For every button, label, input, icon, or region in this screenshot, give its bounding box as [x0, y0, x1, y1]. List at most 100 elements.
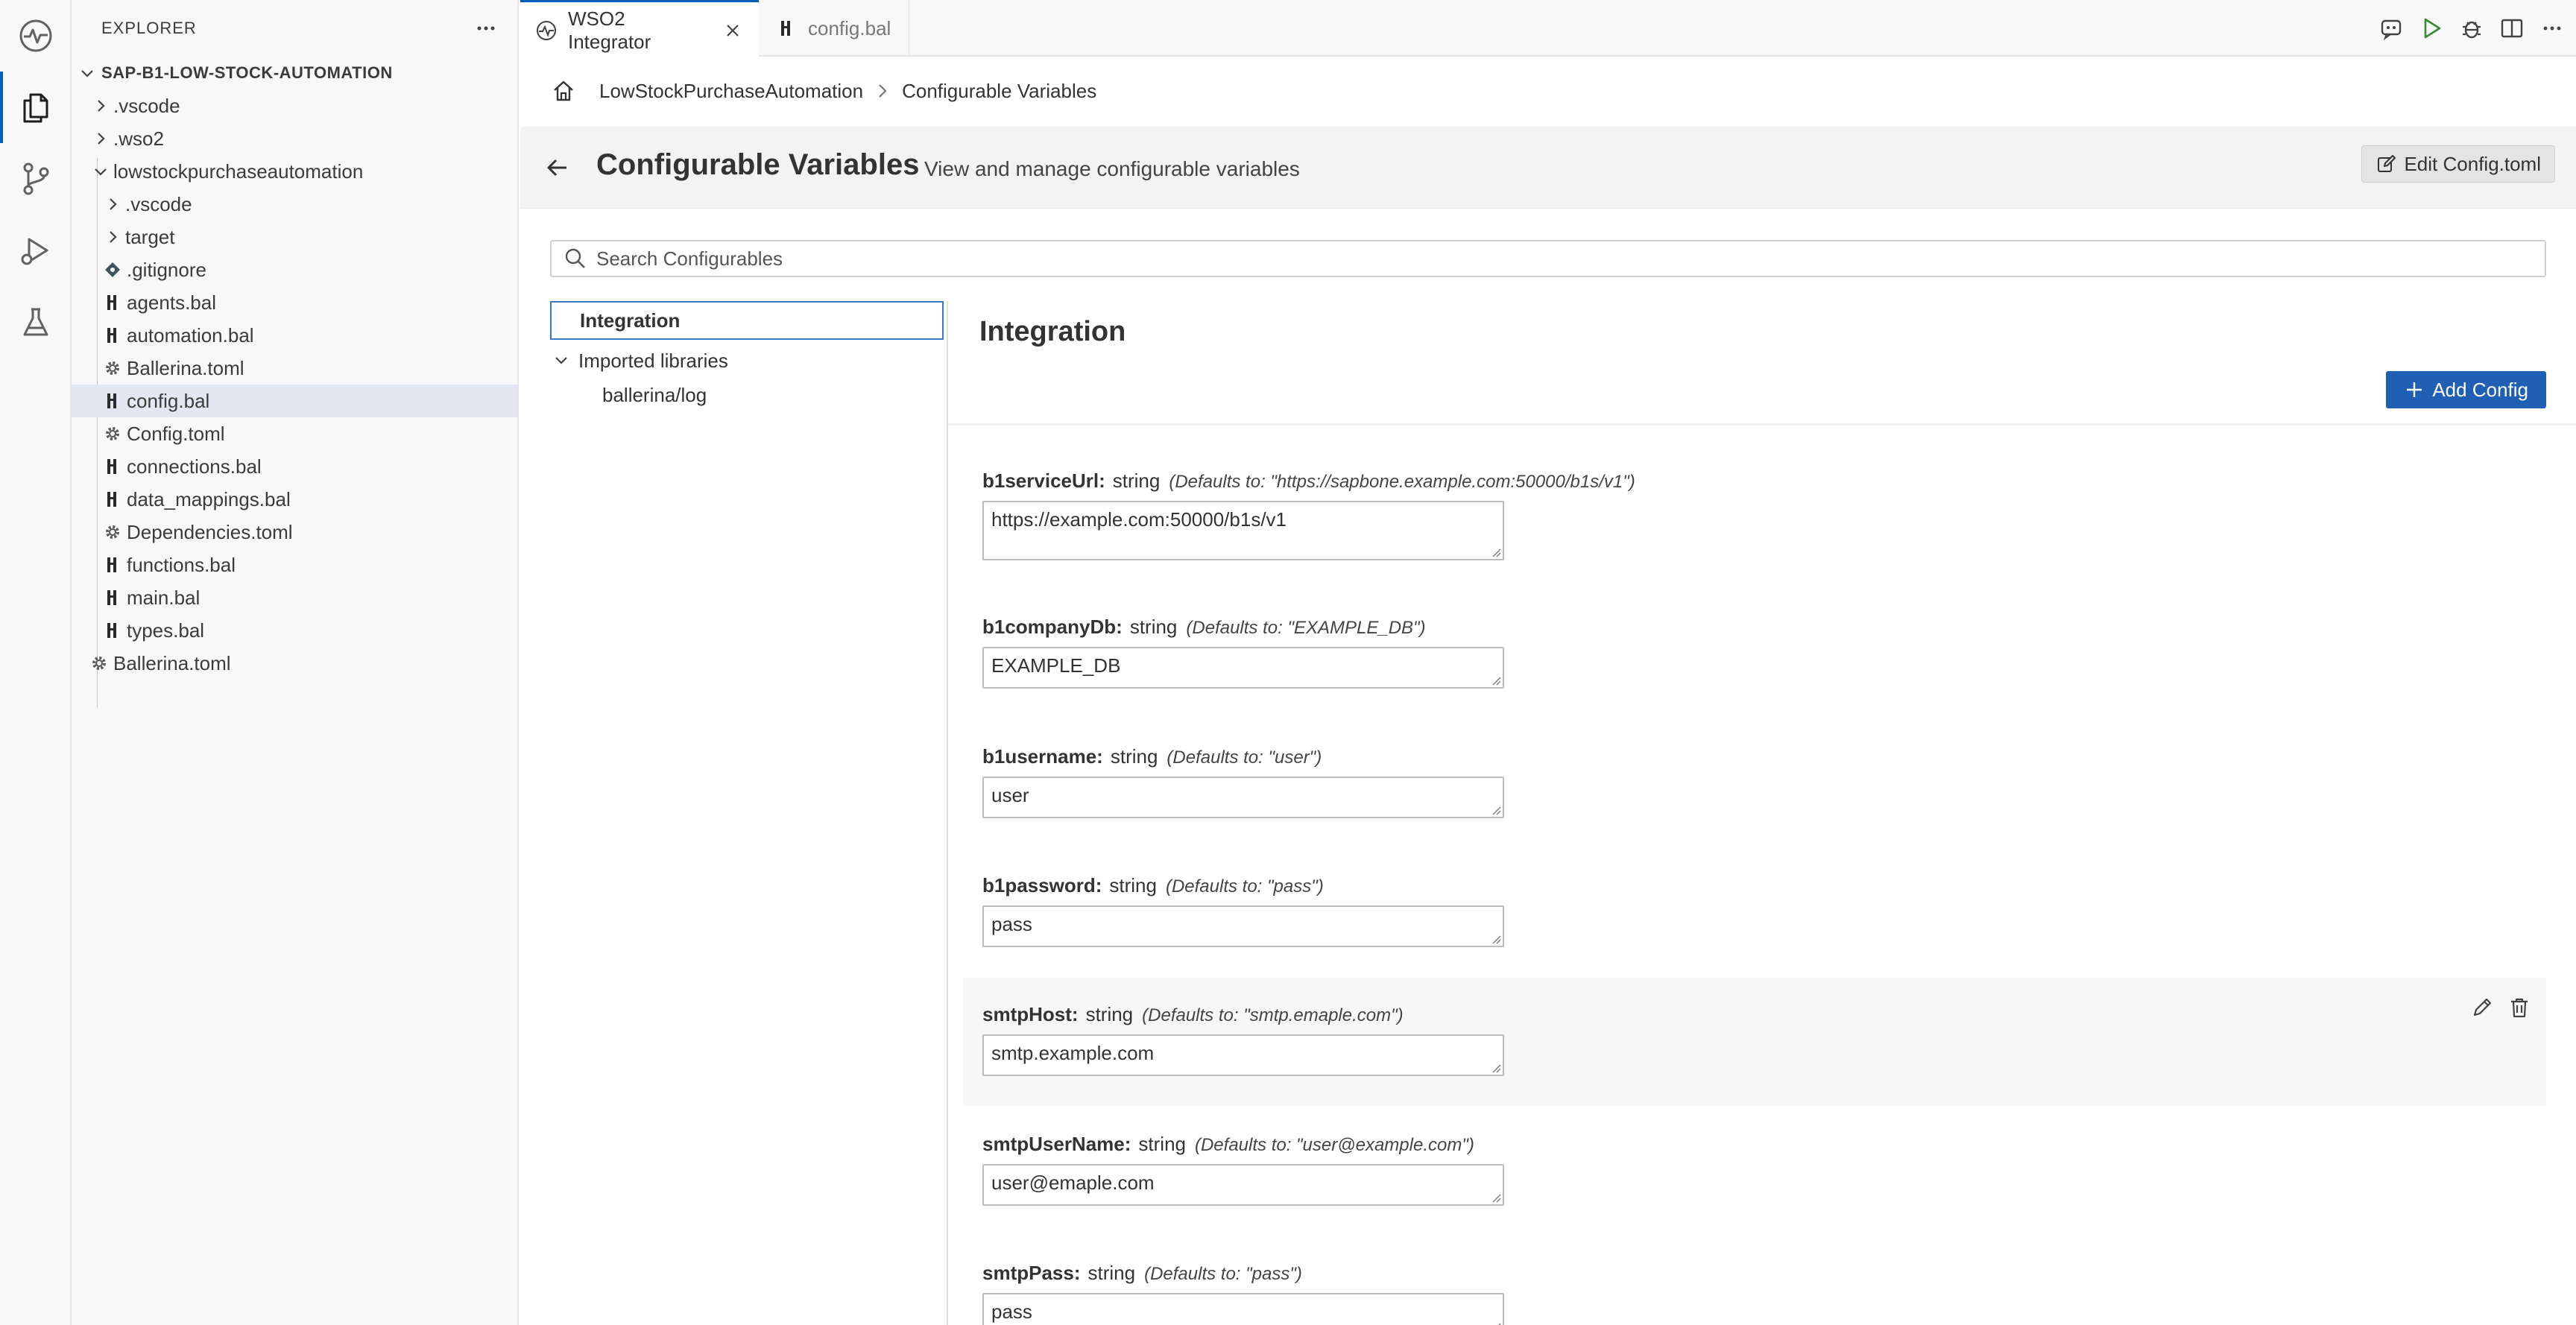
activity-explorer[interactable]: [0, 72, 72, 143]
split-editor-icon[interactable]: [2498, 15, 2525, 42]
tree-root-folder[interactable]: SAP-B1-LOW-STOCK-AUTOMATION: [72, 57, 517, 89]
tree-item-label: .wso2: [113, 127, 164, 150]
config-value-input[interactable]: user@emaple.com: [982, 1164, 1504, 1206]
copilot-chat-icon[interactable]: [2378, 15, 2405, 42]
activity-source-control[interactable]: [0, 143, 72, 215]
tree-item-label: SAP-B1-LOW-STOCK-AUTOMATION: [101, 63, 393, 82]
config-value: pass: [991, 913, 1032, 935]
config-value-input[interactable]: https://example.com:50000/b1s/v1: [982, 501, 1504, 560]
resize-grip-icon[interactable]: [1491, 1321, 1501, 1325]
tree-item-ballerina-toml[interactable]: Ballerina.toml: [72, 352, 517, 385]
close-icon[interactable]: [722, 19, 744, 42]
breadcrumb-project[interactable]: LowStockPurchaseAutomation: [599, 80, 863, 103]
tree-item-automation-bal[interactable]: automation.bal: [72, 319, 517, 352]
search-input[interactable]: [596, 247, 2460, 271]
tree-item-dependencies-toml[interactable]: Dependencies.toml: [72, 516, 517, 548]
config-label: b1serviceUrl: string (Defaults to: "https:…: [982, 469, 1635, 493]
tree-item-label: connections.bal: [127, 455, 262, 478]
tree-item-vscode-nested[interactable]: .vscode: [72, 188, 517, 221]
config-value-input[interactable]: smtp.example.com: [982, 1034, 1504, 1076]
tree-item-connections-bal[interactable]: connections.bal: [72, 450, 517, 483]
tab-wso2-integrator[interactable]: WSO2 Integrator: [520, 0, 759, 58]
tree-item-target[interactable]: target: [72, 221, 517, 253]
tree-item-main-bal[interactable]: main.bal: [72, 581, 517, 614]
tree-item-label: .vscode: [113, 94, 180, 117]
chevron-down-icon: [91, 162, 110, 181]
category-imported-libraries[interactable]: Imported libraries: [550, 344, 728, 377]
activity-testing[interactable]: [0, 286, 72, 358]
tree-item-root-ballerina-toml[interactable]: Ballerina.toml: [72, 647, 517, 680]
tree-item-label: data_mappings.bal: [127, 487, 291, 510]
activity-run-debug[interactable]: [0, 215, 72, 286]
config-label: b1password: string (Defaults to: "pass"): [982, 874, 1324, 897]
more-actions-icon[interactable]: [474, 16, 498, 40]
tree-item-label: target: [125, 225, 175, 248]
config-name: b1username:: [982, 745, 1103, 768]
config-type: string: [1110, 745, 1158, 768]
chevron-right-icon: [91, 96, 110, 116]
tree-item-agents-bal[interactable]: agents.bal: [72, 286, 517, 319]
tree-item-config-bal[interactable]: config.bal: [72, 385, 517, 417]
beaker-icon: [23, 308, 48, 336]
resize-grip-icon[interactable]: [1491, 1063, 1501, 1073]
config-value-input[interactable]: EXAMPLE_DB: [982, 647, 1504, 689]
category-ballerina-log[interactable]: ballerina/log: [602, 379, 707, 411]
config-value-input[interactable]: pass: [982, 905, 1504, 947]
tree-item-vscode[interactable]: .vscode: [72, 89, 517, 122]
config-name: smtpHost:: [982, 1003, 1079, 1025]
resize-grip-icon[interactable]: [1491, 805, 1501, 815]
search-icon: [564, 247, 587, 271]
config-default: (Defaults to: "user"): [1167, 747, 1322, 768]
tree-item-functions-bal[interactable]: functions.bal: [72, 548, 517, 581]
resize-grip-icon[interactable]: [1491, 547, 1501, 557]
category-integration[interactable]: Integration: [550, 301, 944, 340]
gear-icon: [103, 522, 122, 542]
config-value: EXAMPLE_DB: [991, 654, 1121, 677]
config-item-smtphost[interactable]: smtpHost: string (Defaults to: "smtp.emapl…: [963, 978, 2546, 1106]
tree-item-wso2[interactable]: .wso2: [72, 122, 517, 155]
resize-grip-icon[interactable]: [1491, 934, 1501, 944]
ballerina-file-icon: [775, 17, 798, 39]
tree-item-label: Dependencies.toml: [127, 520, 293, 543]
add-config-button[interactable]: Add Config: [2386, 371, 2546, 408]
config-name: smtpUserName:: [982, 1133, 1131, 1155]
config-name: b1companyDb:: [982, 616, 1123, 638]
config-default: (Defaults to: "https://sapbone.example.c…: [1169, 472, 1635, 492]
search-configurables[interactable]: [550, 240, 2546, 277]
ballerina-file-icon: [103, 621, 122, 640]
tree-item-label: .gitignore: [127, 258, 206, 281]
tree-item-label: main.bal: [127, 586, 201, 609]
page-title: Configurable Variables: [596, 148, 920, 181]
debug-icon[interactable]: [2458, 15, 2485, 42]
tab-config-bal[interactable]: config.bal: [760, 0, 909, 57]
config-value-input[interactable]: pass: [982, 1293, 1504, 1325]
tree-item-label: .vscode: [125, 192, 192, 215]
arrow-left-icon[interactable]: [543, 153, 572, 183]
home-icon[interactable]: [550, 78, 577, 104]
pulse-icon: [19, 19, 52, 52]
config-item-smtpusername: smtpUserName: string (Defaults to: "user@e…: [963, 1113, 2546, 1225]
tree-item-config-toml[interactable]: Config.toml: [72, 417, 517, 450]
config-type: string: [1085, 1003, 1134, 1025]
chevron-right-icon: [103, 227, 122, 247]
activity-wso2-integrator[interactable]: [0, 0, 72, 72]
config-item-b1username: b1username: string (Defaults to: "user") u…: [963, 726, 2546, 838]
chevron-right-icon: [103, 195, 122, 214]
edit-config-toml-button[interactable]: Edit Config.toml: [2361, 145, 2555, 183]
resize-grip-icon[interactable]: [1491, 1192, 1501, 1203]
config-title-divider: [948, 423, 2576, 426]
run-icon[interactable]: [2418, 15, 2445, 42]
resize-grip-icon[interactable]: [1491, 675, 1501, 686]
tree-item-lowstockpurchaseautomation[interactable]: lowstockpurchaseautomation: [72, 155, 517, 188]
tree-item-gitignore[interactable]: .gitignore: [72, 253, 517, 286]
more-actions-icon[interactable]: [2539, 15, 2566, 42]
tree-item-types-bal[interactable]: types.bal: [72, 614, 517, 647]
config-type: string: [1129, 616, 1178, 638]
config-item-smtppass: smtpPass: string (Defaults to: "pass") pas…: [963, 1242, 2546, 1325]
page-subtitle: View and manage configurable variables: [924, 157, 1300, 180]
config-value-input[interactable]: user: [982, 777, 1504, 818]
pencil-icon[interactable]: [2470, 996, 2494, 1019]
tree-item-data-mappings-bal[interactable]: data_mappings.bal: [72, 483, 517, 516]
trash-icon[interactable]: [2507, 996, 2531, 1019]
config-type: string: [1112, 469, 1161, 492]
